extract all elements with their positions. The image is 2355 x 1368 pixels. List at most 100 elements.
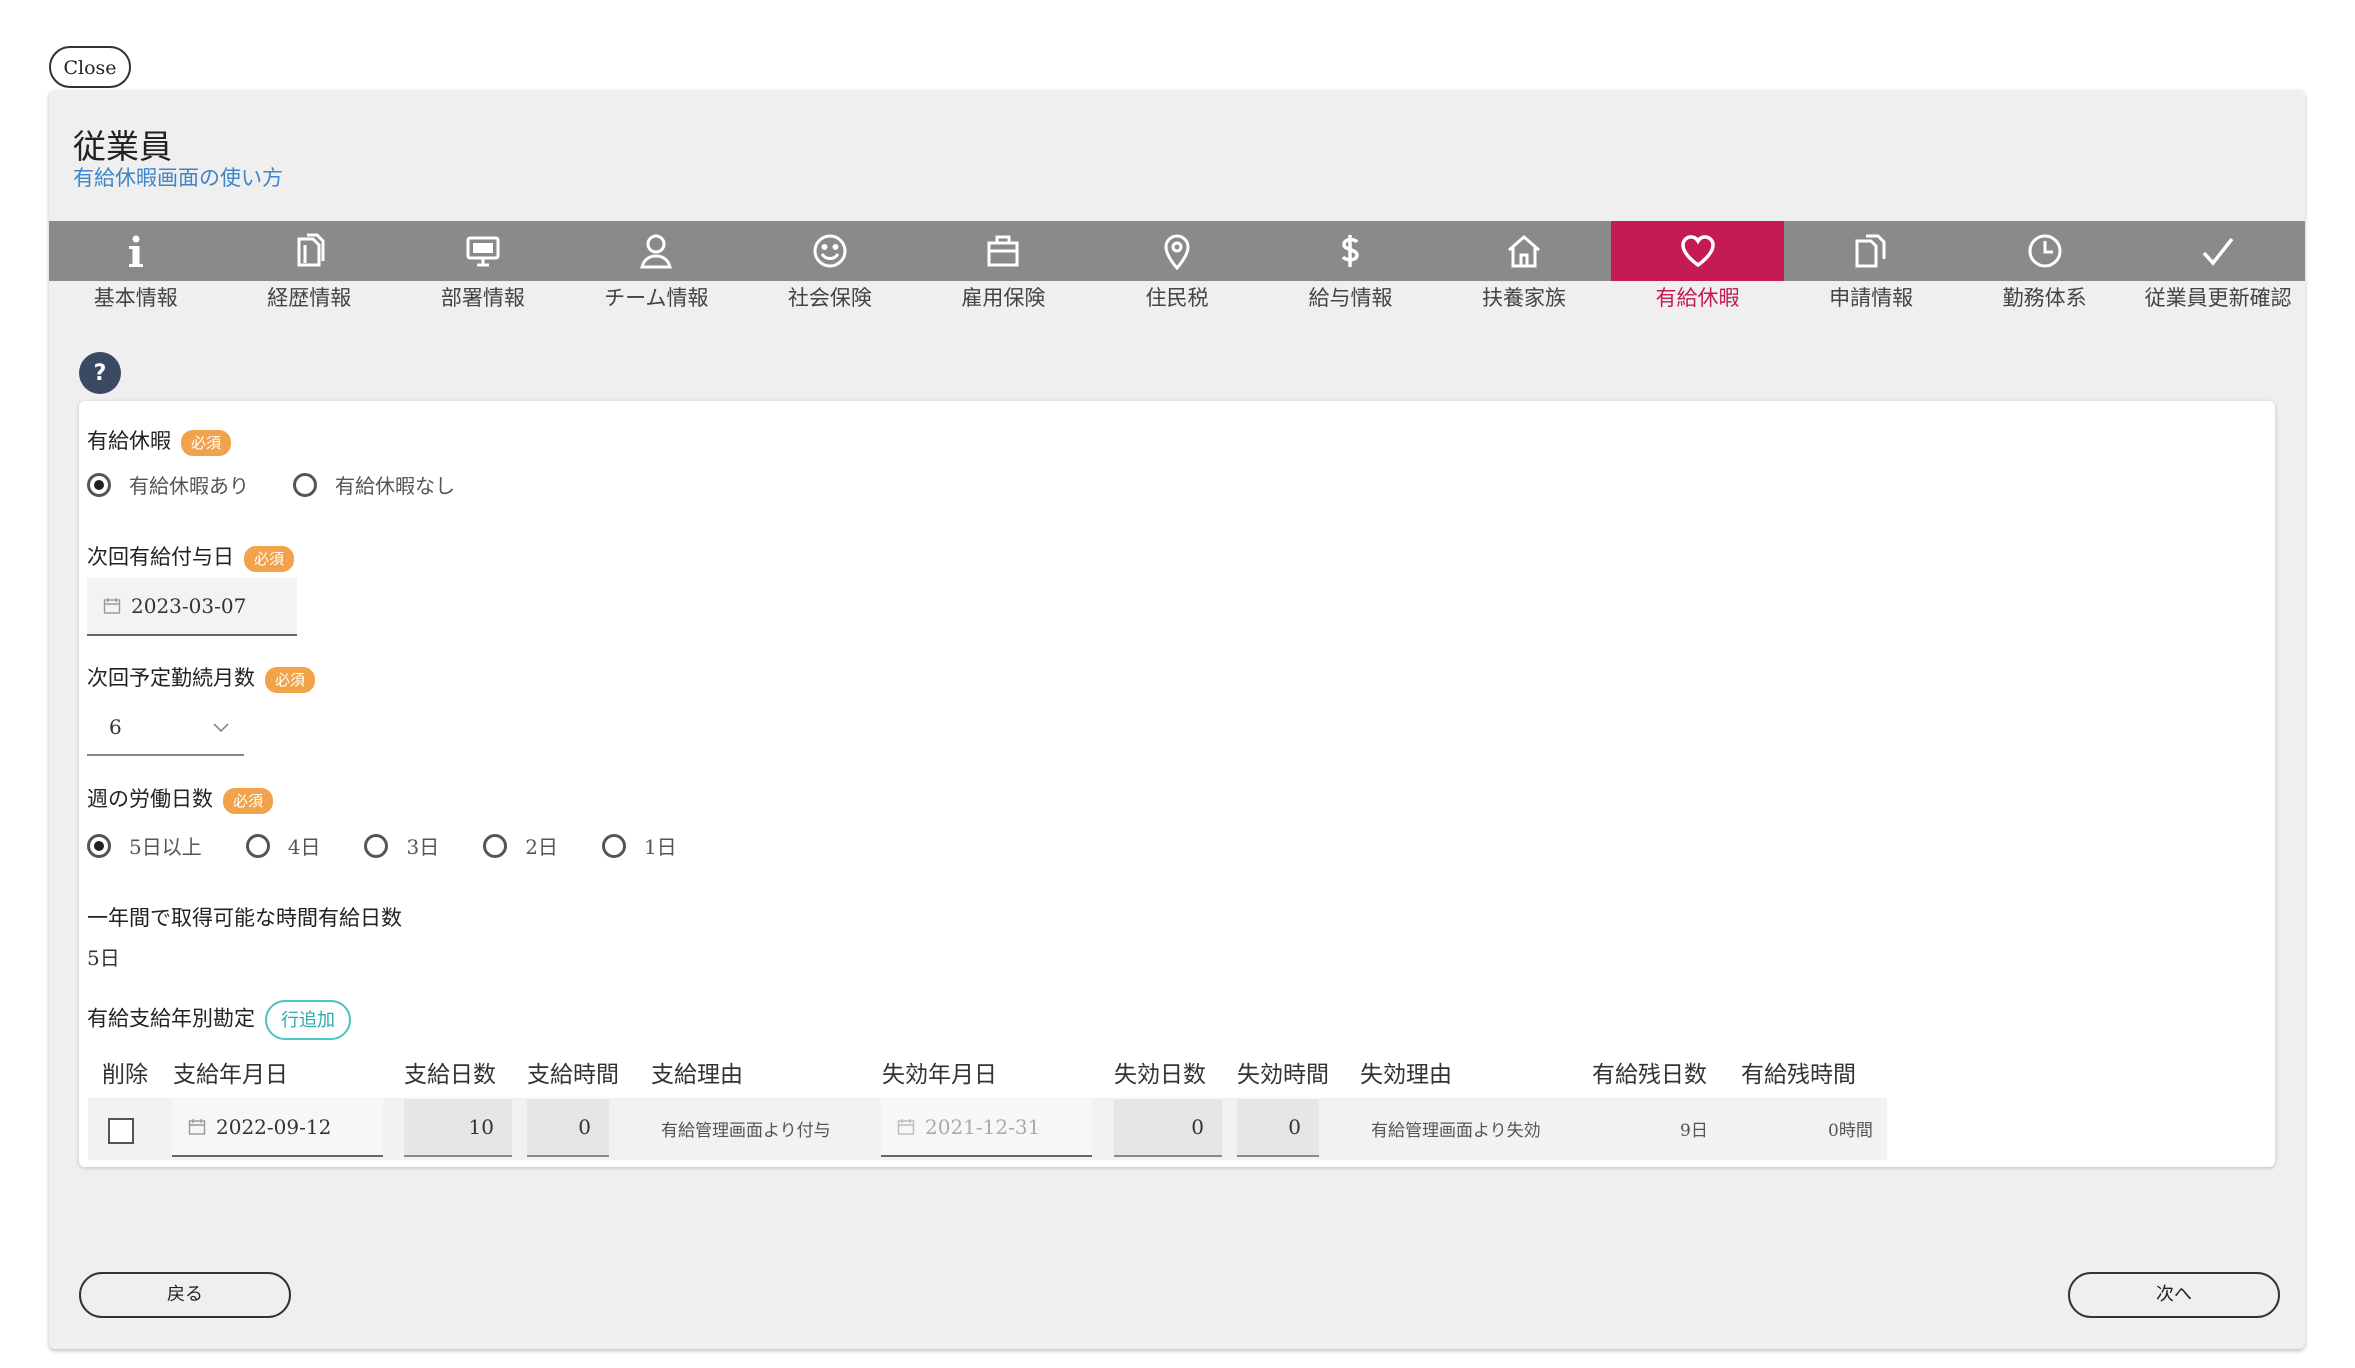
- tab-label[interactable]: 扶養家族: [1437, 283, 1611, 313]
- tab-update-confirm[interactable]: [2131, 221, 2305, 281]
- radio-label: 有給休暇あり: [129, 474, 249, 498]
- paid-leave-form-card: [79, 401, 2275, 1167]
- expire-date-value: 2021-12-31: [925, 1115, 1041, 1139]
- tab-work-schedule[interactable]: [1958, 221, 2132, 281]
- paid-leave-yes-radio[interactable]: [87, 472, 111, 497]
- expire-days-input[interactable]: 0: [1114, 1099, 1222, 1157]
- check-icon: [2202, 237, 2234, 266]
- tab-department-info[interactable]: [396, 221, 570, 281]
- tab-label[interactable]: チーム情報: [570, 283, 744, 313]
- required-badge: 必須: [265, 666, 316, 693]
- next-months-select[interactable]: 6: [87, 700, 244, 756]
- tab-label[interactable]: 住民税: [1090, 283, 1264, 313]
- weekly-days-2-radio[interactable]: [483, 833, 508, 858]
- field-label-text: 有給支給年別勘定: [87, 1006, 255, 1031]
- close-button[interactable]: Close: [49, 46, 131, 88]
- th-expire-hours: 失効時間: [1237, 1062, 1329, 1088]
- calendar-icon: [897, 1119, 915, 1135]
- tab-resident-tax[interactable]: [1090, 221, 1264, 281]
- required-badge: 必須: [181, 429, 232, 456]
- required-badge: 必須: [244, 545, 295, 572]
- th-expire-days: 失効日数: [1114, 1062, 1206, 1088]
- th-grant-days: 支給日数: [404, 1062, 496, 1088]
- tab-paid-leave[interactable]: [1610, 221, 1785, 281]
- tab-labels: 基本情報 経歴情報 部署情報 チーム情報 社会保険 雇用保険 住民税 給与情報 …: [49, 283, 2305, 313]
- monitor-icon: [466, 236, 500, 267]
- grant-reason-text: 有給管理画面より付与: [661, 1121, 831, 1141]
- hourly-days-label: 一年間で取得可能な時間有給日数: [87, 906, 402, 930]
- radio-label: 有給休暇なし: [335, 474, 455, 498]
- calendar-icon: [188, 1119, 206, 1135]
- tab-label[interactable]: 申請情報: [1784, 283, 1958, 313]
- add-row-button[interactable]: 行追加: [265, 1000, 351, 1040]
- tab-label[interactable]: 有給休暇: [1611, 283, 1785, 313]
- th-delete: 削除: [102, 1062, 148, 1088]
- expire-hours-input[interactable]: 0: [1237, 1099, 1319, 1157]
- th-expire-date: 失効年月日: [882, 1062, 997, 1088]
- next-months-label: 次回予定勤続月数 必須: [87, 662, 316, 693]
- annual-account-label: 有給支給年別勘定 行追加: [87, 1000, 351, 1040]
- radio-label: 1日: [643, 835, 677, 859]
- copy-document-icon: [1855, 234, 1886, 268]
- tab-label[interactable]: 社会保険: [743, 283, 917, 313]
- weekly-days-4-radio[interactable]: [245, 833, 270, 858]
- th-expire-reason: 失効理由: [1360, 1062, 1452, 1088]
- tab-salary-info[interactable]: [1264, 221, 1438, 281]
- page-title: 従業員: [73, 127, 172, 166]
- tab-employment-insurance[interactable]: [917, 221, 1091, 281]
- next-grant-date-label: 次回有給付与日 必須: [87, 541, 295, 572]
- paid-leave-no-radio[interactable]: [293, 472, 317, 497]
- next-grant-date-value: 2023-03-07: [131, 594, 247, 618]
- weekly-days-3-radio[interactable]: [364, 833, 389, 858]
- user-icon: [640, 234, 673, 269]
- tab-dependents[interactable]: [1437, 221, 1611, 281]
- th-remaining-hours: 有給残時間: [1741, 1062, 1856, 1088]
- radio-label: 5日以上: [129, 835, 202, 859]
- tab-social-insurance[interactable]: [743, 221, 917, 281]
- help-link[interactable]: 有給休暇画面の使い方: [73, 162, 283, 192]
- th-grant-reason: 支給理由: [651, 1062, 743, 1088]
- weekly-days-5plus-radio[interactable]: [87, 833, 111, 858]
- next-months-value: 6: [109, 715, 122, 739]
- next-grant-date-input[interactable]: 2023-03-07: [87, 578, 297, 636]
- radio-label: 4日: [287, 835, 321, 859]
- delete-row-checkbox[interactable]: [108, 1118, 134, 1144]
- tab-label[interactable]: 給与情報: [1264, 283, 1438, 313]
- field-label-text: 有給休暇: [87, 429, 171, 453]
- required-badge: 必須: [223, 787, 274, 814]
- home-icon: [1508, 235, 1540, 268]
- remaining-days-text: 9日: [1680, 1121, 1708, 1141]
- tab-label[interactable]: 部署情報: [396, 283, 570, 313]
- tab-label[interactable]: 勤務体系: [1958, 283, 2132, 313]
- weekly-days-radio-group: 5日以上 4日 3日 2日 1日: [87, 831, 721, 860]
- tab-career-info[interactable]: [223, 221, 397, 281]
- calendar-icon: [103, 598, 121, 614]
- field-label-text: 次回有給付与日: [87, 545, 234, 569]
- tab-label[interactable]: 基本情報: [49, 283, 223, 313]
- field-label-text: 次回予定勤続月数: [87, 666, 255, 690]
- th-grant-hours: 支給時間: [527, 1062, 619, 1088]
- grant-date-input[interactable]: 2022-09-12: [172, 1099, 383, 1157]
- tab-bar: [49, 221, 2305, 281]
- document-icon: [297, 233, 325, 267]
- tab-basic-info[interactable]: [49, 221, 223, 281]
- tab-label[interactable]: 経歴情報: [223, 283, 397, 313]
- tab-application-info[interactable]: [1784, 221, 1958, 281]
- radio-label: 2日: [525, 835, 558, 859]
- tab-label[interactable]: 従業員更新確認: [2131, 283, 2305, 313]
- info-icon: [128, 235, 143, 267]
- help-icon[interactable]: ?: [79, 352, 121, 394]
- expire-date-input[interactable]: 2021-12-31: [881, 1099, 1092, 1157]
- weekly-days-1-radio[interactable]: [601, 833, 626, 858]
- back-button[interactable]: 戻る: [79, 1272, 291, 1318]
- tab-label[interactable]: 雇用保険: [917, 283, 1091, 313]
- grant-days-input[interactable]: 10: [404, 1099, 512, 1157]
- clock-icon: [2028, 234, 2062, 268]
- paid-leave-radio-group: 有給休暇あり 有給休暇なし: [87, 470, 499, 499]
- weekly-days-label: 週の労働日数 必須: [87, 783, 274, 814]
- paid-leave-label: 有給休暇 必須: [87, 425, 232, 456]
- grant-hours-input[interactable]: 0: [527, 1099, 609, 1157]
- tab-team-info[interactable]: [570, 221, 744, 281]
- next-button[interactable]: 次へ: [2068, 1272, 2280, 1318]
- smile-icon: [813, 234, 847, 268]
